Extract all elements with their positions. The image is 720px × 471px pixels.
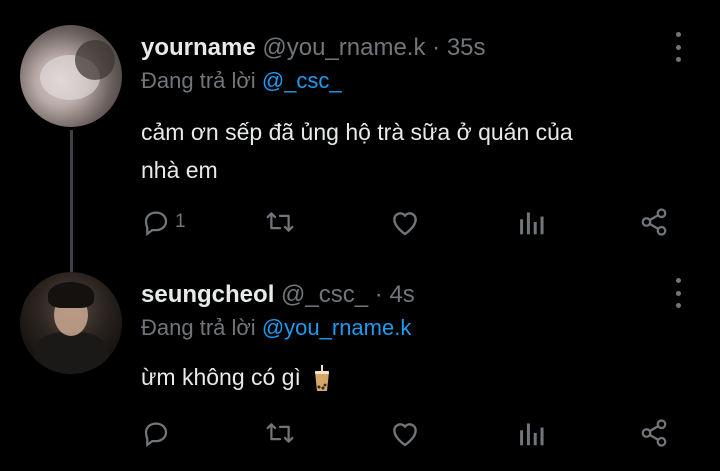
reply-icon <box>144 422 168 448</box>
tweet-header: yourname @you_rname.k · 35s <box>141 34 486 62</box>
timestamp[interactable]: 35s <box>447 34 486 61</box>
more-vertical-icon[interactable] <box>668 278 688 308</box>
views-button[interactable] <box>517 418 545 448</box>
share-button[interactable] <box>639 418 669 448</box>
like-button[interactable] <box>389 418 421 448</box>
display-name[interactable]: seungcheol <box>141 281 274 308</box>
reply-count: 1 <box>175 211 186 232</box>
replying-to: Đang trả lời @_csc_ <box>141 68 342 94</box>
avatar-body <box>34 332 108 374</box>
replying-to: Đang trả lời @you_rname.k <box>141 315 411 341</box>
reply-mention-link[interactable]: @you_rname.k <box>262 315 412 340</box>
tweet-2[interactable]: seungcheol @_csc_ · 4s Đang trả lời @you… <box>0 272 720 471</box>
retweet-icon <box>266 212 294 232</box>
user-handle[interactable]: @_csc_ <box>281 281 368 308</box>
tweet-header: seungcheol @_csc_ · 4s <box>141 281 415 309</box>
reply-icon <box>144 211 168 237</box>
share-button[interactable] <box>639 207 669 237</box>
more-vertical-icon[interactable] <box>668 32 688 62</box>
separator: · <box>432 34 441 61</box>
avatar-shadow <box>75 40 115 80</box>
timestamp[interactable]: 4s <box>389 281 414 308</box>
tweet-text: ừm không có gì <box>141 358 331 396</box>
heart-icon <box>393 212 417 236</box>
tweet-text: cảm ơn sếp đã ủng hộ trà sữa ở quán của … <box>141 113 573 189</box>
views-icon <box>520 423 544 446</box>
reply-button[interactable] <box>141 418 175 448</box>
tweet-text-line: nhà em <box>141 157 218 183</box>
like-button[interactable] <box>389 207 421 237</box>
replying-prefix: Đang trả lời <box>141 68 256 93</box>
retweet-button[interactable] <box>264 418 296 448</box>
share-icon <box>641 208 667 236</box>
user-handle[interactable]: @you_rname.k <box>262 34 425 61</box>
reply-button[interactable]: 1 <box>141 207 186 237</box>
replying-prefix: Đang trả lời <box>141 315 256 340</box>
display-name[interactable]: yourname <box>141 34 256 61</box>
avatar[interactable] <box>20 272 122 374</box>
thread-line <box>70 130 73 272</box>
tweet-text-line: cảm ơn sếp đã ủng hộ trà sữa ở quán của <box>141 119 573 145</box>
avatar[interactable] <box>20 25 122 127</box>
views-icon <box>520 212 544 235</box>
tweet-1[interactable]: yourname @you_rname.k · 35s Đang trả lời… <box>0 0 720 272</box>
avatar-hair <box>48 282 94 308</box>
retweet-button[interactable] <box>264 207 296 237</box>
heart-icon <box>393 423 417 447</box>
separator: · <box>374 281 383 308</box>
tweet-text-line: ừm không có gì <box>141 364 301 390</box>
bubble-tea-emoji <box>315 364 330 391</box>
retweet-icon <box>266 423 294 443</box>
share-icon <box>641 419 667 447</box>
reply-mention-link[interactable]: @_csc_ <box>262 68 342 93</box>
views-button[interactable] <box>517 207 545 237</box>
